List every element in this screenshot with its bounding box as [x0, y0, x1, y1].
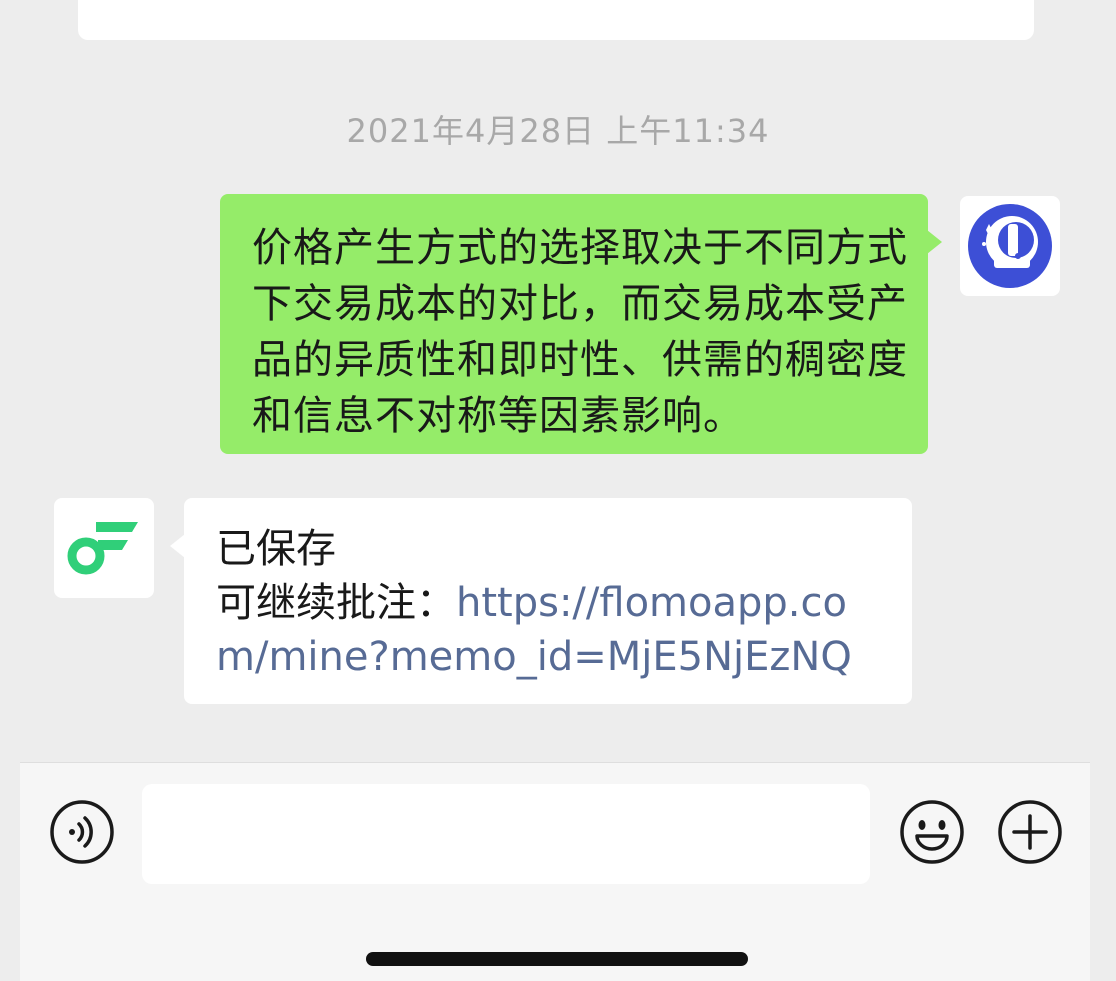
more-button[interactable]: [996, 798, 1064, 866]
voice-icon: [50, 800, 114, 864]
flomo-bot-avatar[interactable]: [54, 498, 154, 598]
saved-status-text: 已保存: [216, 526, 336, 572]
flomo-logo-icon: [67, 522, 138, 575]
previous-message-bubble[interactable]: [78, 0, 1034, 40]
voice-button[interactable]: [48, 798, 116, 866]
sent-message-text: 价格产生方式的选择取决于不同方式下交易成本的对比，而交易成本受产品的异质性和即时…: [252, 225, 908, 439]
message-timestamp: 2021年4月28日 上午11:34: [346, 112, 770, 150]
annotate-prefix-text: 可继续批注：: [216, 580, 456, 626]
message-input[interactable]: [142, 784, 870, 884]
plus-icon: [998, 800, 1062, 864]
home-indicator[interactable]: [366, 952, 748, 966]
user-avatar[interactable]: [960, 196, 1060, 296]
annotate-line: 可继续批注：https://flomoapp.com/mine?memo_id=…: [216, 576, 888, 684]
emoji-icon: [900, 800, 964, 864]
chat-area[interactable]: 2021年4月28日 上午11:34 价格产生方式的选择取决于不同方式下交易成本…: [0, 0, 1116, 762]
astronaut-avatar-icon: [968, 204, 1052, 288]
sent-message-bubble[interactable]: 价格产生方式的选择取决于不同方式下交易成本的对比，而交易成本受产品的异质性和即时…: [220, 194, 942, 454]
emoji-button[interactable]: [898, 798, 966, 866]
received-message-bubble[interactable]: 已保存 可继续批注：https://flomoapp.com/mine?memo…: [170, 498, 912, 704]
